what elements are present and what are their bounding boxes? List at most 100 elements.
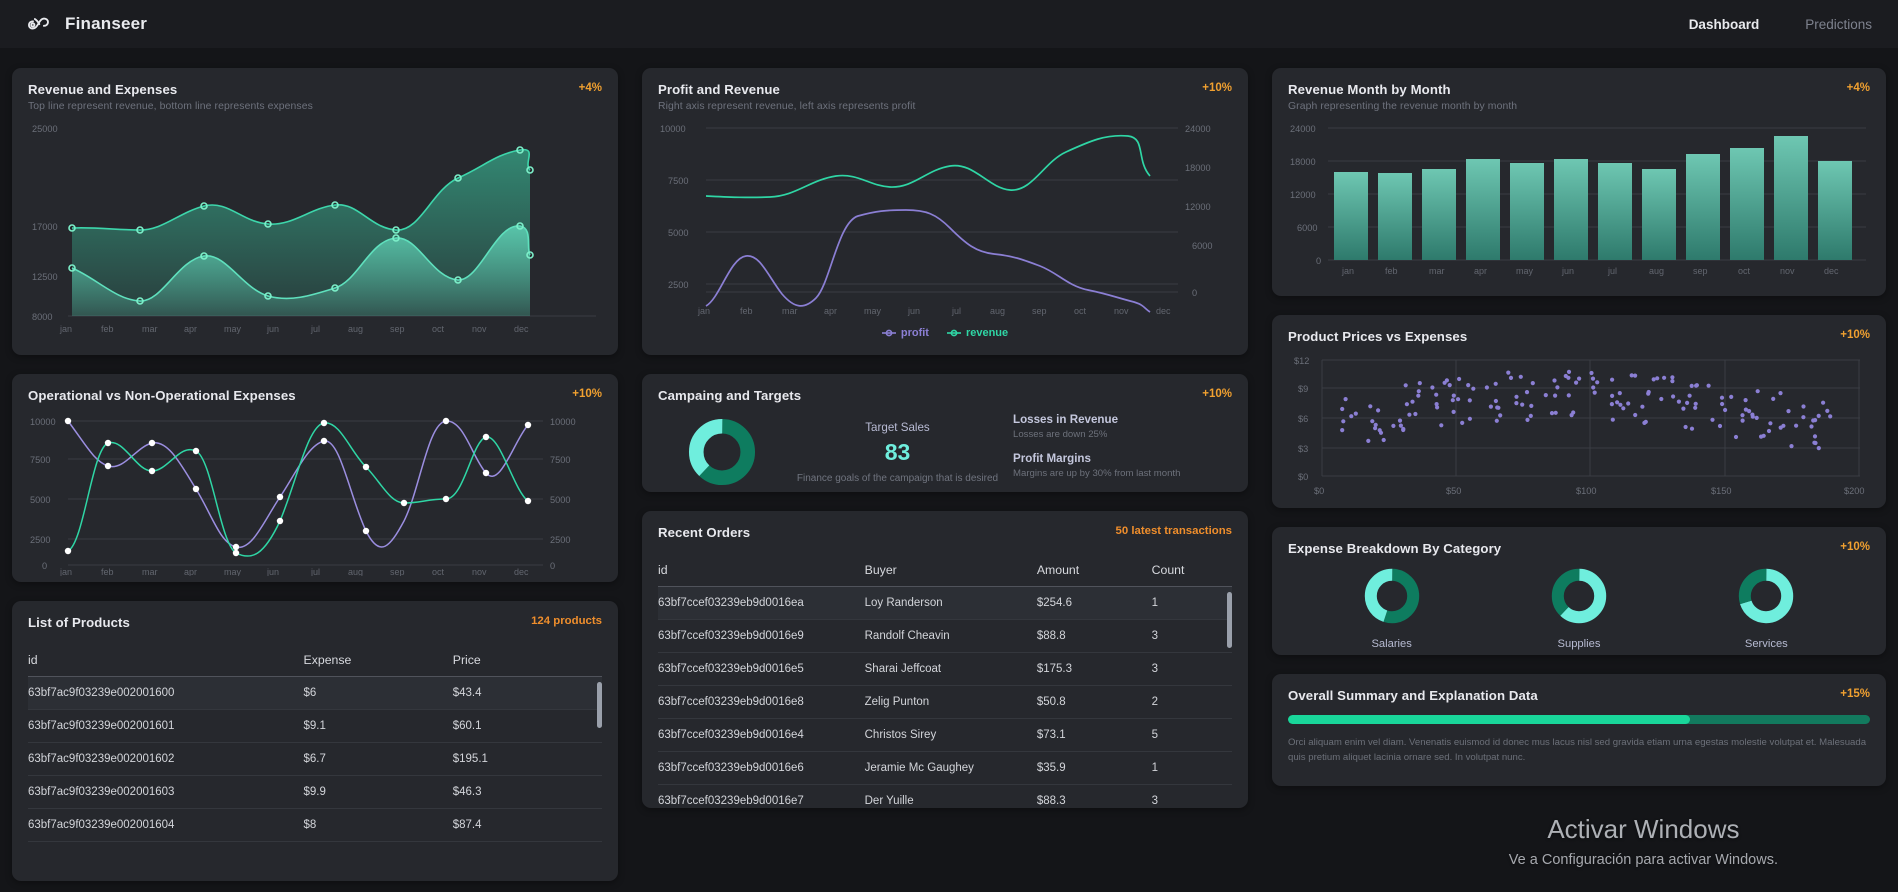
svg-text:jan: jan [697, 306, 710, 316]
card-overall-summary: Overall Summary and Explanation Data +15… [1272, 674, 1886, 786]
campaign-donut [662, 418, 782, 486]
table-row[interactable]: 63bf7ccef03239eb9d0016e6 Jeramie Mc Gaug… [658, 751, 1232, 785]
table-row[interactable]: 63bf7ccef03239eb9d0016e8 Zelig Punton $5… [658, 685, 1232, 719]
svg-text:apr: apr [184, 567, 197, 576]
cell-count: 2 [1151, 685, 1232, 719]
table-row[interactable]: 63bf7ac9f03239e002001604 $8 $87.4 [28, 808, 602, 842]
svg-text:0: 0 [42, 561, 47, 571]
card-subtitle: Top line represent revenue, bottom line … [28, 101, 313, 112]
table-row[interactable]: 63bf7ccef03239eb9d0016e4 Christos Sirey … [658, 718, 1232, 752]
svg-text:dec: dec [1824, 266, 1839, 276]
cell-buyer: Der Yuille [864, 784, 1037, 808]
table-row[interactable]: 63bf7ac9f03239e002001603 $9.9 $46.3 [28, 775, 602, 809]
svg-text:may: may [1516, 266, 1534, 276]
svg-text:oct: oct [1738, 266, 1751, 276]
svg-text:12500: 12500 [32, 272, 58, 282]
donut-supplies: Supplies [1551, 568, 1607, 650]
cell-buyer: Randolf Cheavin [864, 619, 1037, 653]
summary-progress-fill [1288, 715, 1690, 724]
campaign-target-sales: Target Sales 83 Finance goals of the cam… [782, 421, 1013, 484]
svg-text:$100: $100 [1576, 486, 1596, 496]
table-header-row: id Expense Price [28, 644, 602, 677]
status-badge: +10% [572, 388, 602, 400]
svg-text:feb: feb [1385, 266, 1398, 276]
donut-label: Salaries [1371, 638, 1412, 650]
cell-amount: $88.8 [1036, 619, 1152, 653]
col-id[interactable]: id [28, 644, 304, 677]
col-id[interactable]: id [658, 554, 865, 587]
svg-text:jun: jun [266, 567, 279, 576]
cell-count: 1 [1151, 751, 1232, 785]
col-amount[interactable]: Amount [1036, 554, 1152, 587]
svg-text:may: may [224, 324, 242, 334]
svg-text:jan: jan [1341, 266, 1354, 276]
brand: Finanseer [26, 11, 147, 37]
svg-text:5000: 5000 [550, 495, 570, 505]
cell-expense: $9.1 [303, 709, 453, 743]
nav-item-dashboard[interactable]: Dashboard [1689, 17, 1760, 32]
legend-item-profit[interactable]: profit [881, 327, 929, 339]
dashboard-grid: Revenue and Expenses Top line represent … [0, 48, 1898, 892]
cell-amount: $50.8 [1036, 685, 1152, 719]
svg-text:feb: feb [101, 324, 114, 334]
metric-margins: Profit Margins Margins are up by 30% fro… [1013, 452, 1228, 479]
svg-text:18000: 18000 [1290, 157, 1316, 167]
svg-text:mar: mar [142, 567, 158, 576]
cell-buyer: Zelig Punton [864, 685, 1037, 719]
products-count-badge[interactable]: 124 products [531, 615, 602, 627]
products-table-wrap: id Expense Price 63bf7ac9f03239e00200160… [28, 644, 602, 842]
table-row[interactable]: 63bf7ccef03239eb9d0016ea Loy Randerson $… [658, 586, 1232, 620]
svg-text:apr: apr [1474, 266, 1487, 276]
col-count[interactable]: Count [1151, 554, 1232, 587]
table-row[interactable]: 63bf7ac9f03239e002001600 $6 $43.4 [28, 676, 602, 710]
revenue-month-bar-chart: 24000 18000 12000 6000 0 jan feb mar apr… [1290, 124, 1866, 276]
target-sales-label: Target Sales [865, 420, 930, 434]
svg-text:jul: jul [1607, 266, 1617, 276]
cell-count: 3 [1151, 784, 1232, 808]
svg-text:oct: oct [432, 567, 445, 576]
cell-expense: $6.7 [303, 742, 453, 776]
card-title: Revenue and Expenses [28, 82, 178, 97]
col-buyer[interactable]: Buyer [864, 554, 1037, 587]
svg-text:feb: feb [740, 306, 753, 316]
table-row[interactable]: 63bf7ccef03239eb9d0016e7 Der Yuille $88.… [658, 784, 1232, 808]
svg-text:24000: 24000 [1185, 124, 1211, 134]
col-expense[interactable]: Expense [303, 644, 453, 677]
col-price[interactable]: Price [452, 644, 602, 677]
svg-text:jan: jan [59, 324, 72, 334]
svg-text:aug: aug [990, 306, 1005, 316]
profit-revenue-line-chart: 10000 7500 5000 2500 24000 18000 12000 6… [660, 124, 1212, 316]
svg-text:aug: aug [348, 324, 363, 334]
cell-price: $87.4 [452, 808, 602, 842]
svg-text:sep: sep [390, 324, 405, 334]
svg-text:24000: 24000 [1290, 124, 1316, 134]
nav-item-predictions[interactable]: Predictions [1805, 17, 1872, 32]
card-title: Profit and Revenue [658, 82, 780, 97]
table-scrollbar[interactable] [1227, 592, 1232, 648]
svg-text:dec: dec [514, 567, 529, 576]
svg-text:5000: 5000 [668, 228, 688, 238]
transactions-badge[interactable]: 50 latest transactions [1116, 525, 1233, 537]
svg-text:2500: 2500 [550, 535, 570, 545]
legend-item-revenue[interactable]: revenue [946, 327, 1008, 339]
svg-text:10000: 10000 [30, 417, 56, 427]
cell-amount: $88.3 [1036, 784, 1152, 808]
legend-label: profit [900, 327, 929, 339]
svg-text:8000: 8000 [32, 312, 52, 322]
card-list-of-products: List of Products 124 products id Expense… [12, 601, 618, 881]
card-title: Revenue Month by Month [1288, 82, 1451, 97]
table-row[interactable]: 63bf7ac9f03239e002001601 $9.1 $60.1 [28, 709, 602, 743]
table-row[interactable]: 63bf7ccef03239eb9d0016e5 Sharai Jeffcoat… [658, 652, 1232, 686]
cell-id: 63bf7ccef03239eb9d0016e5 [658, 652, 865, 686]
card-profit-and-revenue: Profit and Revenue Right axis represent … [642, 68, 1248, 355]
cell-id: 63bf7ac9f03239e002001600 [28, 676, 304, 710]
svg-text:oct: oct [1074, 306, 1087, 316]
svg-text:7500: 7500 [30, 455, 50, 465]
table-row[interactable]: 63bf7ccef03239eb9d0016e9 Randolf Cheavin… [658, 619, 1232, 653]
svg-text:$3: $3 [1298, 444, 1308, 454]
table-row[interactable]: 63bf7ac9f03239e002001602 $6.7 $195.1 [28, 742, 602, 776]
card-recent-orders: Recent Orders 50 latest transactions id … [642, 511, 1248, 808]
table-scrollbar[interactable] [597, 682, 602, 728]
svg-text:dec: dec [514, 324, 529, 334]
status-badge: +10% [1202, 82, 1232, 94]
